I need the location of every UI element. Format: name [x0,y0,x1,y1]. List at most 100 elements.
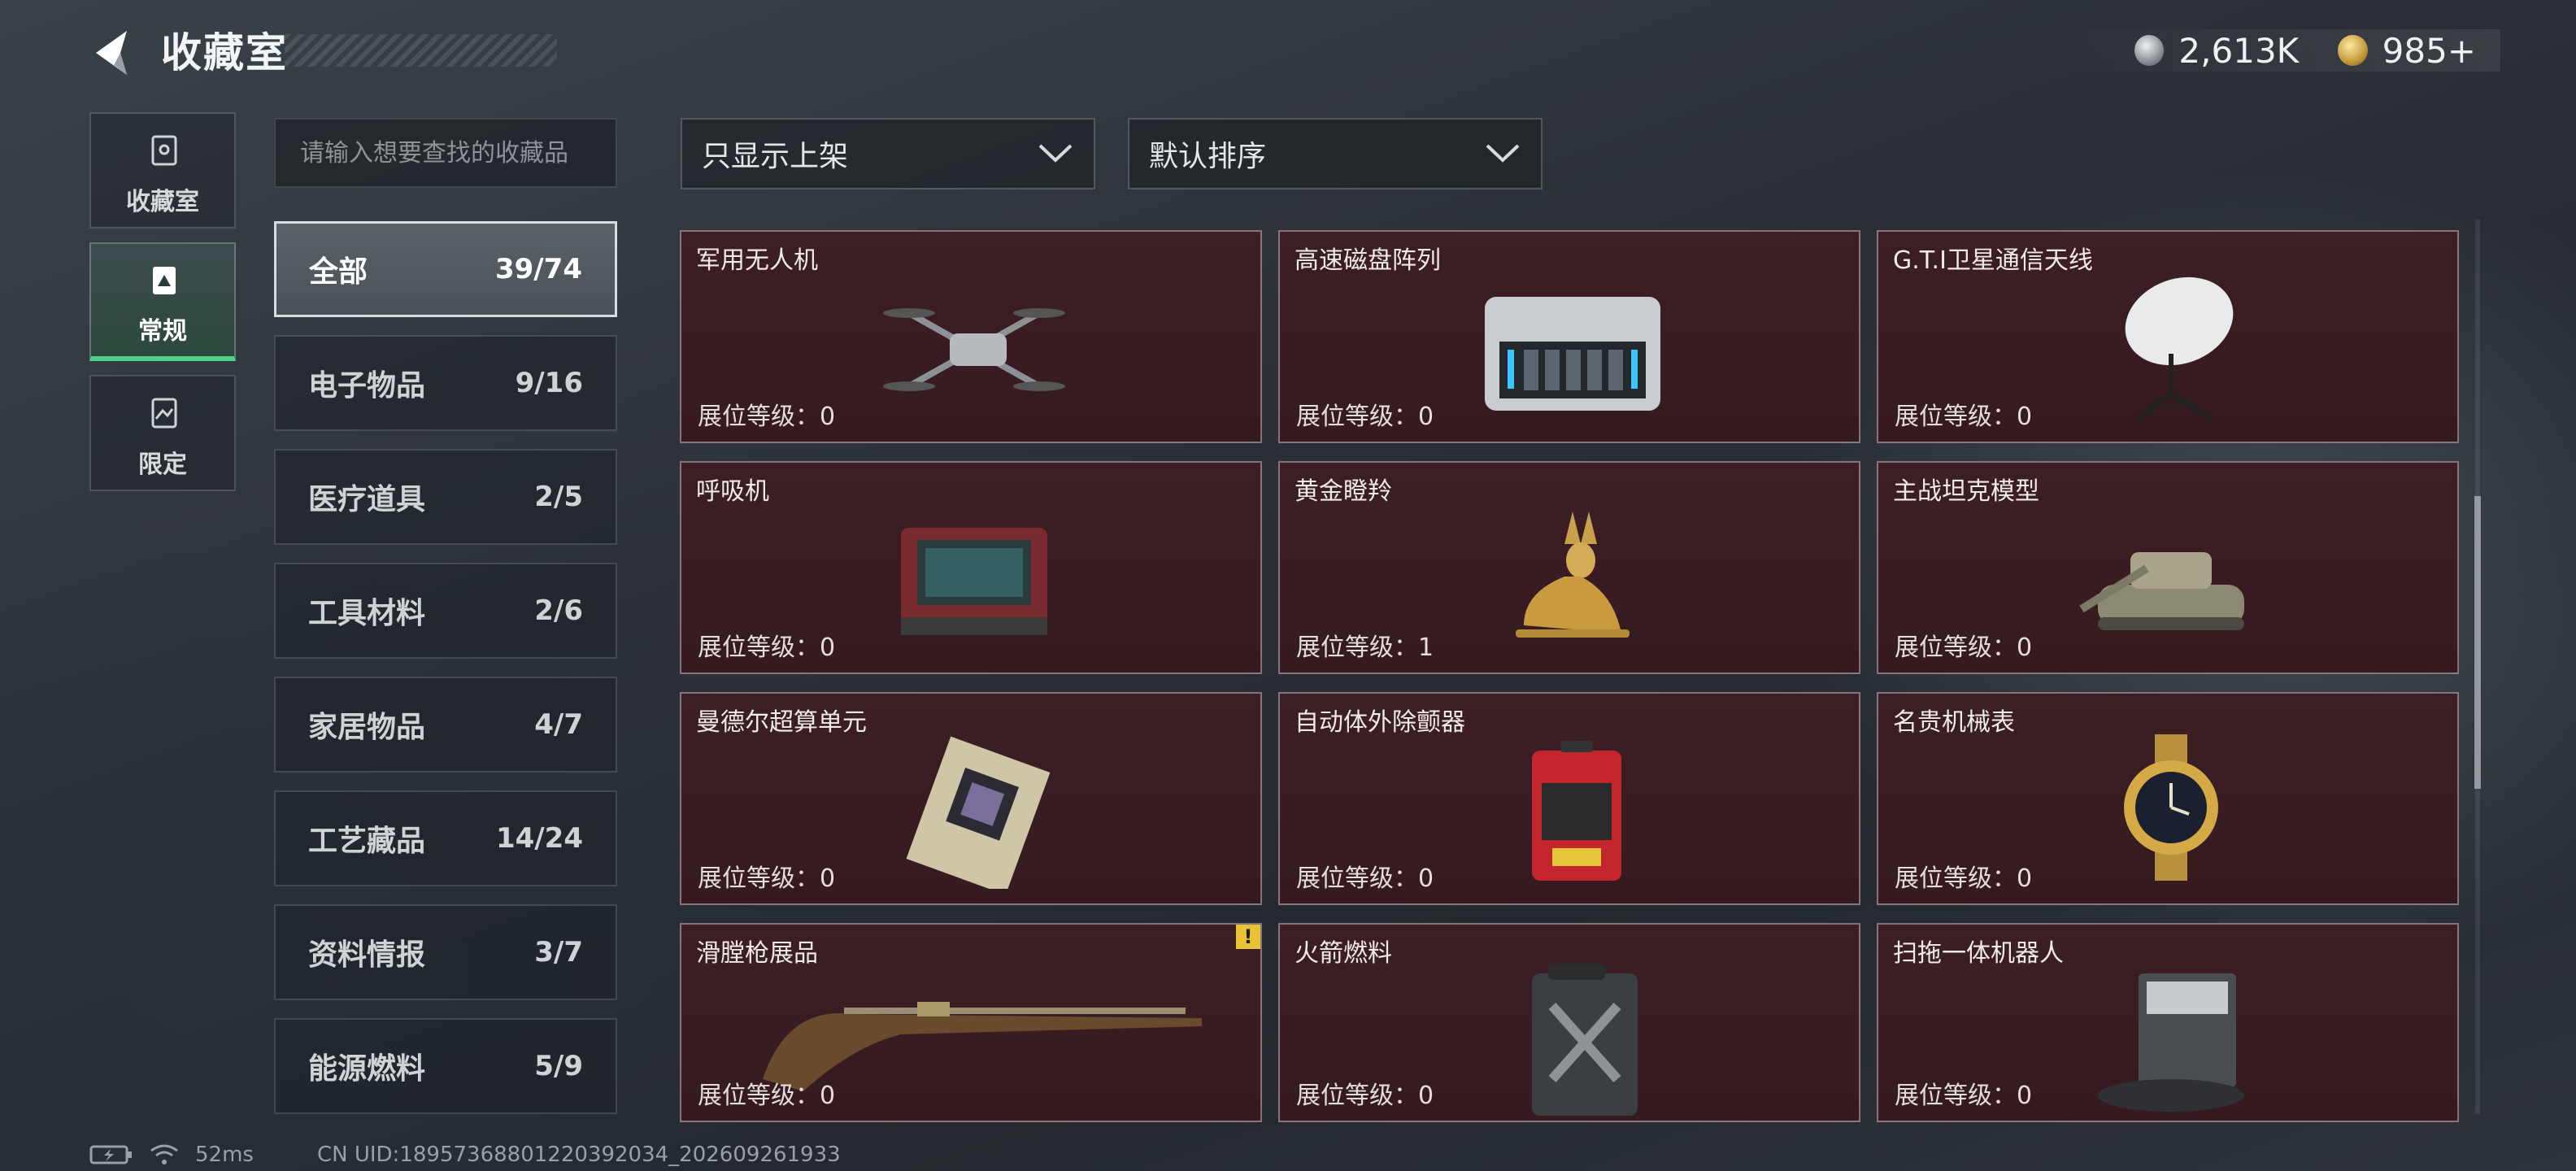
category-count: 9/16 [515,367,583,399]
level-label: 展位等级： [1296,864,1418,893]
nav-limited[interactable]: 限定 [89,375,236,491]
disk-array-icon [1485,297,1660,411]
nav-label: 收藏室 [126,188,199,216]
gold-coin-icon [2338,35,2368,66]
item-card[interactable]: 扫拖一体机器人 展位等级：0 [1877,923,2459,1122]
item-name: 火箭燃料 [1295,939,1392,968]
category-fuel[interactable]: 能源燃料 5/9 [274,1018,617,1114]
level-value: 0 [1418,403,1434,431]
grid-scrollbar-thumb[interactable] [2474,496,2481,789]
level-label: 展位等级： [1895,864,2017,893]
level-value: 0 [2017,403,2033,431]
level-value: 1 [1418,633,1434,662]
level-value: 0 [1418,864,1434,893]
silver-coin-icon [2134,35,2165,66]
category-tools[interactable]: 工具材料 2/6 [274,563,617,659]
item-card[interactable]: 呼吸机 展位等级：0 [680,461,1262,674]
category-count: 2/6 [534,594,583,627]
collection-room-icon [151,135,177,166]
nav-regular[interactable]: 常规 [89,242,236,361]
golden-gazelle-icon [1516,511,1630,638]
level-value: 0 [820,864,836,893]
category-all[interactable]: 全部 39/74 [274,221,617,317]
back-arrow-icon [96,31,127,75]
item-name: 自动体外除颤器 [1295,708,1465,737]
level-value: 0 [1418,1082,1434,1110]
category-name: 工艺藏品 [308,825,426,858]
item-name: 军用无人机 [696,246,818,275]
item-name: G.T.I卫星通信天线 [1893,246,2093,275]
supercomputer-unit-icon [906,736,1051,889]
item-card[interactable]: G.T.I卫星通信天线 展位等级：0 [1877,230,2459,443]
back-button[interactable] [88,24,137,81]
category-crafts[interactable]: 工艺藏品 14/24 [274,790,617,886]
level-label: 展位等级： [1296,633,1418,662]
dropdown-label: 只显示上架 [702,140,849,173]
luxury-watch-icon [2124,734,2218,881]
fuel-can-icon [1532,964,1638,1116]
level-label: 展位等级： [698,1082,820,1110]
chevron-down-icon [1486,144,1520,163]
gold-currency-value: 985+ [2382,30,2476,71]
level-value: 0 [2017,864,2033,893]
category-electronics[interactable]: 电子物品 9/16 [274,335,617,431]
item-card[interactable]: 军用无人机 展位等级：0 [680,230,1262,443]
uid-text: CN UID:18957368801220392034_202609261933 [316,1143,841,1167]
search-box[interactable] [274,118,617,188]
wifi-icon [150,1144,178,1164]
level-value: 0 [820,633,836,662]
category-name: 工具材料 [308,597,426,630]
currency-bar: 2,613K 985+ [2045,29,2500,72]
level-value: 0 [820,1082,836,1110]
sort-dropdown[interactable]: 默认排序 [1128,118,1543,189]
ping-value: 52ms [195,1143,254,1167]
nav-collection-room[interactable]: 收藏室 [89,112,236,229]
item-card[interactable]: 高速磁盘阵列 展位等级：0 [1278,230,1860,443]
category-intel[interactable]: 资料情报 3/7 [274,904,617,1000]
nav-label: 限定 [138,451,187,479]
category-name: 资料情报 [308,938,426,972]
category-count: 3/7 [534,936,583,969]
dropdown-label: 默认排序 [1149,140,1267,173]
limited-icon [151,398,177,429]
item-card[interactable]: 自动体外除颤器 展位等级：0 [1278,692,1860,905]
category-count: 14/24 [495,822,583,855]
item-name: 呼吸机 [696,477,769,506]
level-value: 0 [2017,1082,2033,1110]
category-count: 5/9 [534,1050,583,1082]
regular-icon [153,267,176,294]
item-name: 名贵机械表 [1893,708,2015,737]
chevron-down-icon [1038,144,1073,163]
level-value: 0 [820,403,836,431]
item-card[interactable]: 滑膛枪展品 ! 展位等级：0 [680,923,1262,1122]
item-name: 主战坦克模型 [1893,477,2039,506]
category-household[interactable]: 家居物品 4/7 [274,677,617,773]
level-label: 展位等级： [1895,403,2017,431]
category-name: 电子物品 [308,369,426,403]
battery-icon [89,1145,132,1164]
level-value: 0 [2017,633,2033,662]
warning-icon: ! [1236,925,1260,949]
search-input[interactable] [276,120,616,186]
level-label: 展位等级： [698,403,820,431]
level-label: 展位等级： [1895,1082,2017,1110]
category-name: 医疗道具 [308,483,426,516]
level-label: 展位等级： [698,864,820,893]
level-label: 展位等级： [698,633,820,662]
status-footer: 52ms CN UID:18957368801220392034_2026092… [89,1138,841,1171]
shelf-filter-dropdown[interactable]: 只显示上架 [681,118,1095,189]
level-label: 展位等级： [1296,403,1418,431]
level-label: 展位等级： [1296,1082,1418,1110]
item-card[interactable]: 黄金瞪羚 展位等级：1 [1278,461,1860,674]
category-name: 全部 [309,255,368,289]
category-count: 2/5 [534,481,583,513]
category-count: 4/7 [534,708,583,741]
item-card[interactable]: 主战坦克模型 展位等级：0 [1877,461,2459,674]
drone-icon [883,308,1065,391]
category-medical[interactable]: 医疗道具 2/5 [274,449,617,545]
item-card[interactable]: 名贵机械表 展位等级：0 [1877,692,2459,905]
silver-currency-value: 2,613K [2178,30,2300,71]
robot-vacuum-icon [2098,973,2244,1112]
item-card[interactable]: 曼德尔超算单元 展位等级：0 [680,692,1262,905]
item-card[interactable]: 火箭燃料 展位等级：0 [1278,923,1860,1122]
